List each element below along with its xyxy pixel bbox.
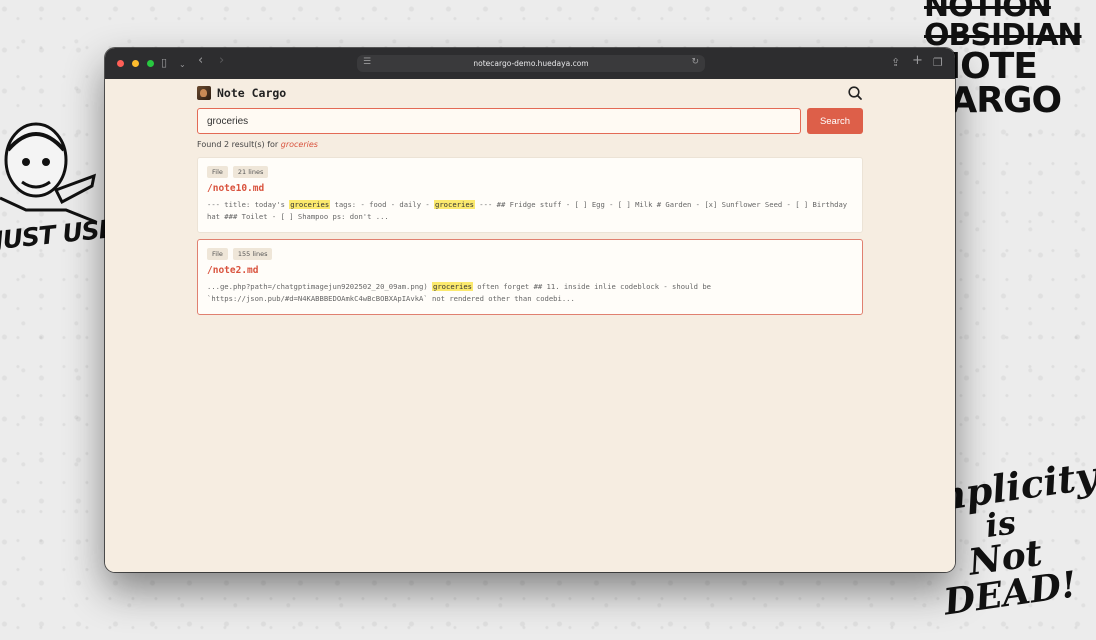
chevron-down-icon[interactable]: ⌄ (179, 58, 186, 72)
reload-icon[interactable]: ↻ (691, 57, 699, 67)
snippet-text: --- title: today's (207, 200, 290, 209)
minimize-window-button[interactable] (132, 60, 139, 67)
result-snippet: --- title: today's groceries tags: - foo… (207, 199, 855, 223)
app-logo (197, 86, 211, 100)
app-header: Note Cargo (197, 85, 863, 105)
browser-window: ▯ ⌄ ‹ › ☰ notecargo-demo.huedaya.com ↻ ⇪… (105, 48, 955, 572)
browser-toolbar: ▯ ⌄ ‹ › ☰ notecargo-demo.huedaya.com ↻ ⇪… (105, 48, 955, 79)
back-icon[interactable]: ‹ (198, 54, 203, 68)
search-input[interactable] (197, 108, 801, 134)
result-badges: File 155 lines (207, 248, 273, 260)
file-type-badge: File (207, 166, 228, 178)
search-icon[interactable] (847, 85, 863, 101)
result-snippet: ...ge.php?path=/chatgptimagejun9202502_2… (207, 281, 855, 305)
new-tab-icon[interactable]: + (912, 54, 923, 68)
address-url: notecargo-demo.huedaya.com (473, 59, 589, 68)
snippet-highlight: groceries (289, 200, 331, 209)
results-summary: Found 2 result(s) for groceries (197, 140, 318, 149)
sidebar-toggle-icon[interactable]: ▯ (161, 56, 167, 70)
close-window-button[interactable] (117, 60, 124, 67)
snippet-highlight: groceries (432, 282, 473, 291)
window-controls (117, 60, 154, 67)
page-content: Note Cargo Search Found 2 result(s) for … (105, 79, 955, 572)
result-path-link[interactable]: /note10.md (207, 183, 264, 194)
snippet-highlight: groceries (434, 200, 475, 209)
line-count-badge: 155 lines (232, 248, 273, 260)
app-title: Note Cargo (217, 86, 287, 100)
snippet-text: ...ge.php?path=/chatgptimagejun9202502_2… (207, 282, 433, 291)
file-type-badge: File (207, 248, 228, 260)
forward-icon[interactable]: › (219, 54, 224, 68)
search-bar: Search (197, 108, 863, 135)
maximize-window-button[interactable] (147, 60, 154, 67)
result-badges: File 21 lines (207, 166, 269, 178)
address-bar[interactable]: ☰ notecargo-demo.huedaya.com ↻ (357, 55, 705, 72)
search-button[interactable]: Search (807, 108, 863, 134)
result-card[interactable]: File 155 lines /note2.md ...ge.php?path=… (197, 239, 863, 315)
share-icon[interactable]: ⇪ (891, 56, 900, 70)
result-card[interactable]: File 21 lines /note10.md --- title: toda… (197, 157, 863, 233)
page-settings-icon[interactable]: ☰ (363, 57, 371, 67)
line-count-badge: 21 lines (232, 166, 269, 178)
cartoon-face-illustration (0, 122, 97, 224)
results-summary-query: groceries (280, 140, 318, 149)
results-summary-text: Found 2 result(s) for (197, 140, 279, 149)
result-path-link[interactable]: /note2.md (207, 265, 258, 276)
tab-overview-icon[interactable]: ❐ (933, 56, 943, 70)
snippet-text: tags: - food - daily - (330, 200, 435, 209)
